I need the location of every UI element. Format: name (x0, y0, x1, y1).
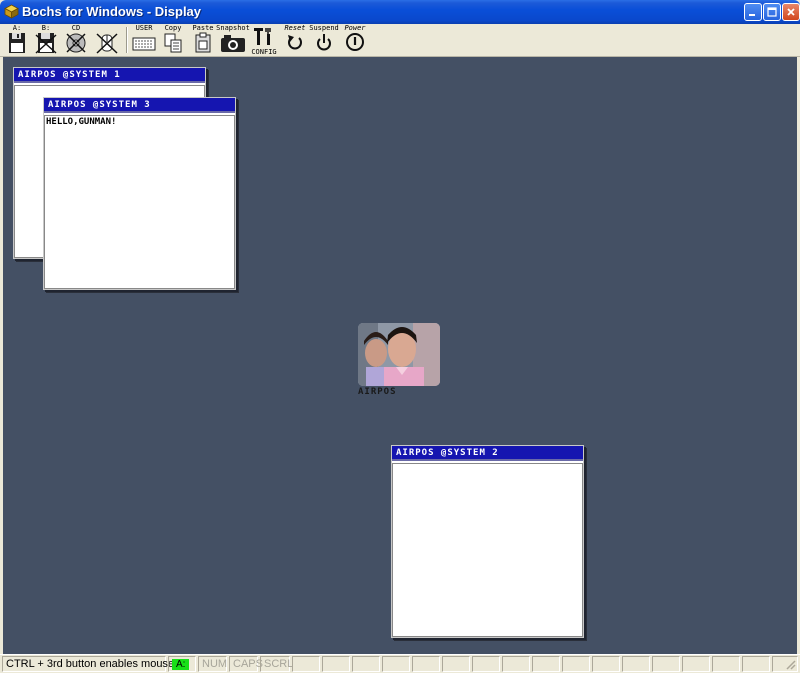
status-message: CTRL + 3rd button enables mouse (2, 656, 174, 672)
snapshot-label: Snapshot (216, 24, 250, 32)
copy-button[interactable]: Copy (162, 24, 184, 56)
status-cell-empty (742, 656, 770, 672)
floppy-a-label: A: (12, 24, 22, 32)
close-button[interactable] (782, 3, 800, 21)
window-content (392, 463, 583, 637)
snapshot-button[interactable]: Snapshot (216, 24, 250, 56)
floppy-a-button[interactable]: A: (6, 24, 28, 56)
status-cell-empty (412, 656, 440, 672)
power-label: Power (344, 24, 366, 32)
drive-a-led: A: (172, 659, 190, 670)
photo-of-two-people (358, 323, 440, 386)
scroll-lock-indicator: SCRL (260, 656, 293, 672)
drive-indicator: A: (168, 656, 196, 672)
status-cell-empty (652, 656, 680, 672)
status-cell-empty (472, 656, 500, 672)
window-title: Bochs for Windows - Display (22, 4, 202, 19)
status-cell-empty (352, 656, 380, 672)
power-button[interactable]: Power (341, 24, 369, 56)
status-cell-empty (592, 656, 620, 672)
maximize-button[interactable] (763, 3, 781, 21)
reset-icon (288, 35, 302, 50)
toolbar-separator (126, 27, 127, 53)
status-cell-empty (712, 656, 740, 672)
reset-label: Reset (284, 24, 306, 32)
guest-window-system-3[interactable]: AIRPOS @SYSTEM 3 HELLO,GUNMAN! (43, 97, 236, 290)
toolbar: A: B: CD USER Copy Paste Snapshot CONFIG… (0, 24, 800, 57)
floppy-b-label: B: (41, 24, 51, 32)
config-button[interactable]: CONFIG (251, 24, 277, 56)
paste-label: Paste (192, 24, 214, 32)
status-bar: CTRL + 3rd button enables mouse A: NUM C… (0, 654, 800, 673)
minimize-button[interactable] (744, 3, 762, 21)
window-titlebar[interactable]: AIRPOS @SYSTEM 3 (44, 98, 235, 113)
keyboard-icon (132, 37, 156, 51)
emulator-display[interactable]: AIRPOS @SYSTEM 1 AIRPOS @SYSTEM 3 HELLO,… (3, 57, 797, 654)
config-label: CONFIG (251, 48, 277, 56)
status-cell-empty (682, 656, 710, 672)
config-icon (254, 28, 271, 45)
suspend-button[interactable]: Suspend (309, 24, 339, 56)
close-icon (787, 8, 795, 16)
status-cell-empty (532, 656, 560, 672)
status-cell-empty (292, 656, 320, 672)
floppy-b-icon (35, 33, 57, 54)
cdrom-label: CD (71, 24, 81, 32)
minimize-icon (749, 14, 755, 16)
suspend-icon (317, 34, 331, 51)
status-cell-empty (562, 656, 590, 672)
guest-window-system-2[interactable]: AIRPOS @SYSTEM 2 (391, 445, 584, 638)
floppy-a-icon (9, 33, 25, 53)
suspend-label: Suspend (309, 24, 339, 32)
camera-icon (221, 35, 245, 52)
desktop-icon-label: AIRPOS (358, 387, 397, 397)
mouse-disabled-icon (96, 33, 118, 54)
user-label: USER (135, 24, 153, 32)
status-cell-empty (382, 656, 410, 672)
cdrom-button[interactable]: CD (64, 24, 88, 56)
window-titlebar[interactable]: AIRPOS @SYSTEM 1 (14, 68, 205, 83)
num-lock-indicator: NUM (198, 656, 227, 672)
status-cell-empty (322, 656, 350, 672)
copy-label: Copy (164, 24, 182, 32)
title-bar[interactable]: Bochs for Windows - Display (0, 0, 800, 24)
paste-icon (195, 32, 211, 53)
maximize-icon (767, 7, 777, 17)
power-icon (346, 33, 364, 51)
mouse-toggle-button[interactable] (94, 24, 120, 56)
copy-icon (164, 33, 182, 53)
status-cell-empty (622, 656, 650, 672)
reset-button[interactable]: Reset (282, 24, 308, 56)
window-titlebar[interactable]: AIRPOS @SYSTEM 2 (392, 446, 583, 461)
paste-button[interactable]: Paste (192, 24, 214, 56)
user-button[interactable]: USER (131, 24, 157, 56)
bochs-app-icon[interactable] (4, 4, 19, 19)
status-cell-empty (502, 656, 530, 672)
cdrom-icon (66, 33, 86, 53)
status-cell-empty (442, 656, 470, 672)
resize-grip-icon (786, 660, 796, 670)
window-content: HELLO,GUNMAN! (44, 115, 235, 289)
floppy-b-button[interactable]: B: (34, 24, 58, 56)
caps-lock-indicator: CAPS (229, 656, 263, 672)
resize-grip[interactable] (772, 656, 798, 672)
desktop-icon-airpos[interactable]: AIRPOS (358, 323, 440, 397)
